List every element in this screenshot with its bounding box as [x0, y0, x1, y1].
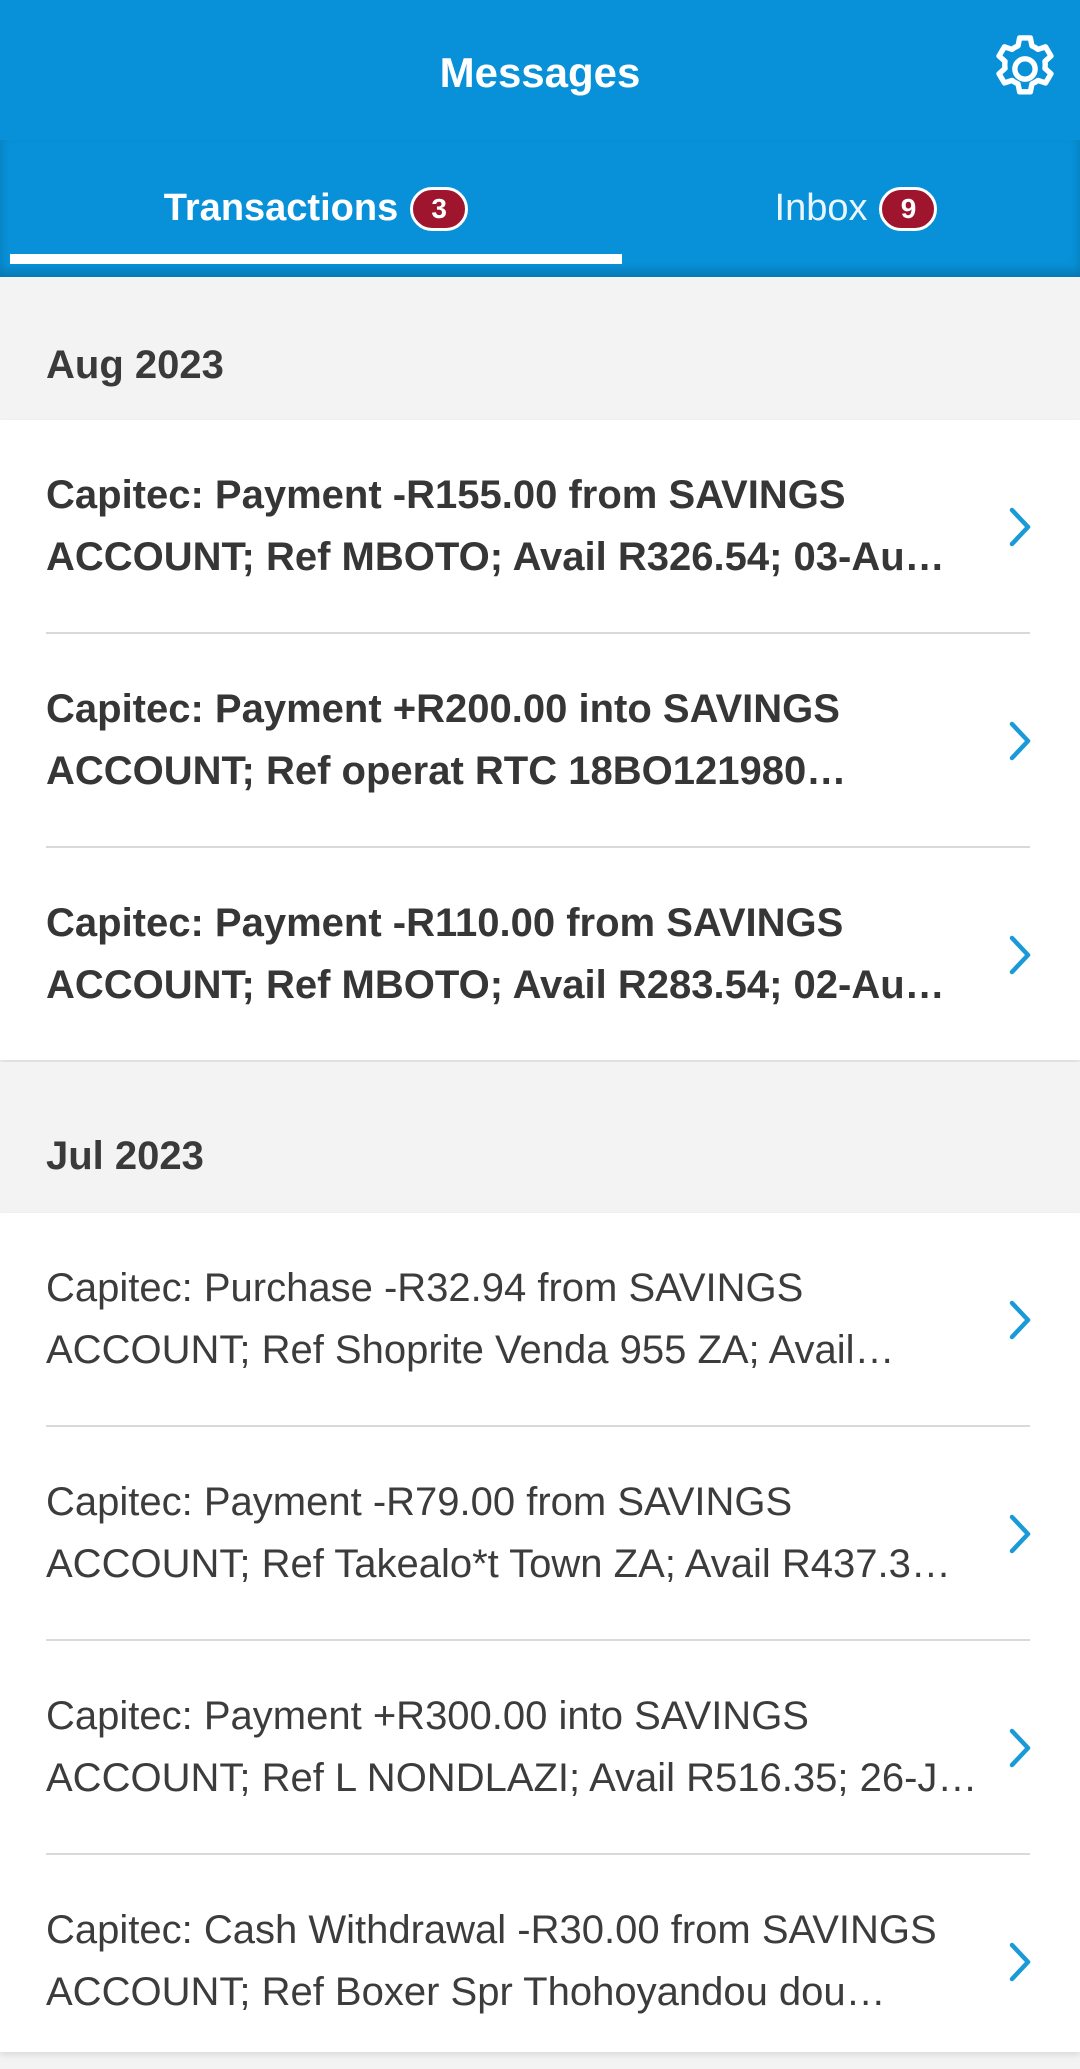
message-row[interactable]: Capitec: Payment -R79.00 from SAVINGS AC… [0, 1427, 1080, 1641]
message-list-aug-2023: Capitec: Payment -R155.00 from SAVINGS A… [0, 420, 1080, 1060]
message-preview: Capitec: Payment +R200.00 into SAVINGS A… [46, 687, 847, 793]
tab-inbox[interactable]: Inbox 9 [632, 140, 1080, 277]
tab-inbox-label: Inbox [774, 187, 868, 229]
tab-bar: Transactions 3 Inbox 9 [0, 140, 1080, 277]
tab-transactions-label: Transactions [163, 187, 399, 229]
chevron-right-icon [1009, 1300, 1031, 1340]
chevron-right-icon [1009, 935, 1031, 975]
message-preview: Capitec: Cash Withdrawal -R30.00 from SA… [46, 1908, 937, 2014]
chevron-right-icon [1009, 721, 1031, 761]
message-row[interactable]: Capitec: Payment +R300.00 into SAVINGS A… [0, 1641, 1080, 1855]
message-preview: Capitec: Payment -R110.00 from SAVINGS A… [46, 901, 945, 1007]
message-row[interactable]: Capitec: Payment +R200.00 into SAVINGS A… [0, 634, 1080, 848]
transactions-count-badge: 3 [410, 186, 469, 231]
message-preview: Capitec: Payment +R300.00 into SAVINGS A… [46, 1694, 978, 1800]
app-bar: Messages [0, 0, 1080, 140]
message-row[interactable]: Capitec: Payment -R110.00 from SAVINGS A… [0, 848, 1080, 1062]
message-list-jul-2023: Capitec: Purchase -R32.94 from SAVINGS A… [0, 1213, 1080, 2052]
chevron-right-icon [1009, 507, 1031, 547]
selected-tab-indicator [10, 254, 622, 264]
chevron-right-icon [1009, 1728, 1031, 1768]
settings-button[interactable] [984, 28, 1066, 110]
section-header-jul-2023: Jul 2023 [0, 1062, 1080, 1213]
section-title: Aug 2023 [46, 343, 224, 387]
page-title: Messages [439, 49, 641, 96]
message-preview: Capitec: Payment -R79.00 from SAVINGS AC… [46, 1480, 951, 1586]
chevron-right-icon [1009, 1942, 1031, 1982]
message-preview: Capitec: Purchase -R32.94 from SAVINGS A… [46, 1266, 895, 1372]
chevron-right-icon [1009, 1514, 1031, 1554]
section-title: Jul 2023 [46, 1134, 204, 1178]
message-preview: Capitec: Payment -R155.00 from SAVINGS A… [46, 473, 945, 579]
section-header-aug-2023: Aug 2023 [0, 277, 1080, 420]
message-row[interactable]: Capitec: Purchase -R32.94 from SAVINGS A… [0, 1213, 1080, 1427]
message-row[interactable]: Capitec: Cash Withdrawal -R30.00 from SA… [0, 1855, 1080, 2069]
message-row[interactable]: Capitec: Payment -R155.00 from SAVINGS A… [0, 420, 1080, 634]
gear-icon [996, 35, 1054, 95]
inbox-count-badge: 9 [879, 186, 938, 231]
